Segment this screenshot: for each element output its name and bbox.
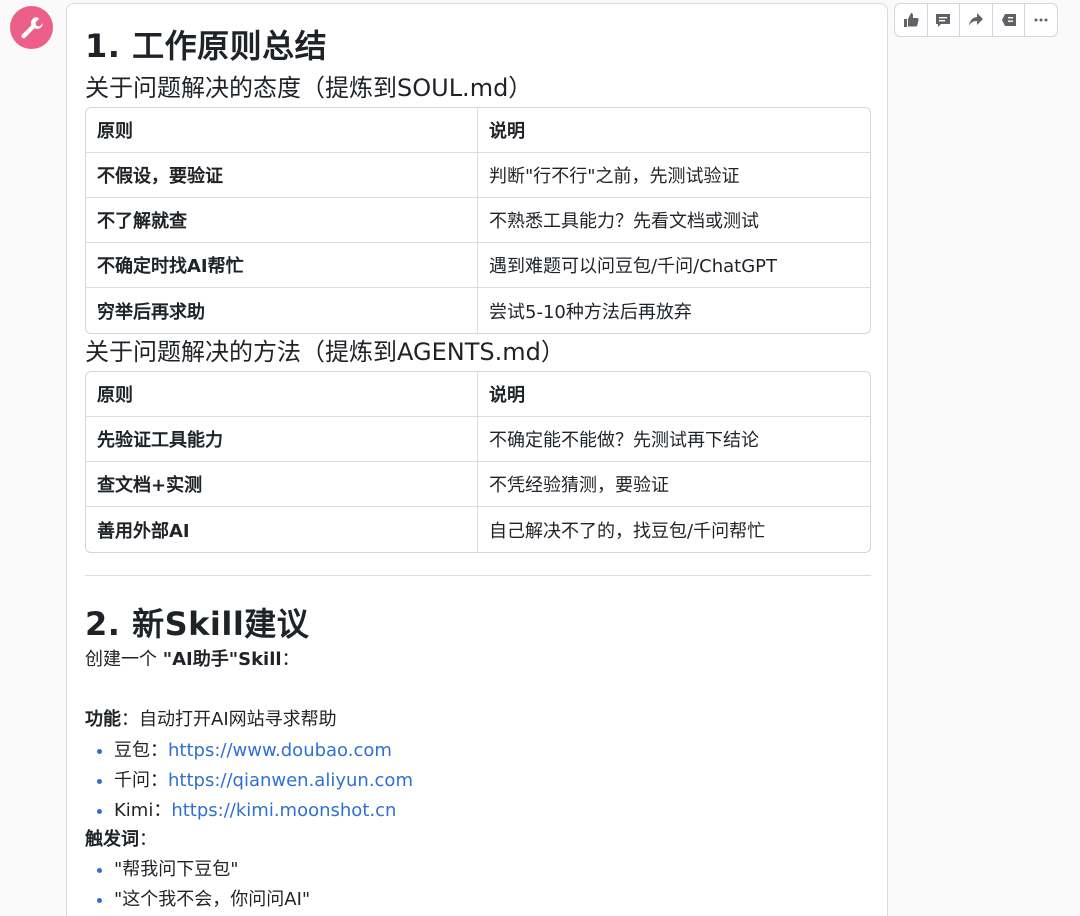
section2-title: 2. 新Skill建议 — [85, 605, 310, 643]
list-item: "这个我不会，你问问AI" — [85, 885, 871, 915]
skill-intro: 创建一个 "AI助手"Skill： — [85, 646, 871, 674]
reply-icon — [1001, 14, 1016, 26]
column-header-description: 说明 — [478, 108, 870, 153]
table-row: 善用外部AI 自己解决不了的，找豆包/千问帮忙 — [86, 507, 870, 552]
bullet-icon — [97, 749, 102, 754]
site-name: 豆包： — [114, 740, 168, 761]
list-item: "帮我问下豆包" — [85, 855, 871, 885]
description-cell: 不确定能不能做？先测试再下结论 — [478, 417, 870, 462]
site-link-qianwen[interactable]: https://qianwen.aliyun.com — [168, 770, 413, 791]
intro-prefix: 创建一个 — [85, 649, 163, 670]
message-card: 1. 工作原则总结 关于问题解决的态度（提炼到SOUL.md） 原则 说明 不假… — [66, 3, 888, 916]
column-header-principle: 原则 — [86, 372, 478, 417]
wrench-logo-icon — [20, 16, 43, 38]
intro-suffix: ： — [281, 649, 300, 670]
message-content: 1. 工作原则总结 关于问题解决的态度（提炼到SOUL.md） 原则 说明 不假… — [85, 26, 871, 915]
section1-title: 1. 工作原则总结 — [85, 27, 328, 65]
subheading-attitude: 关于问题解决的态度（提炼到SOUL.md） — [85, 74, 533, 102]
share-icon — [968, 13, 983, 26]
principles-table-attitude: 原则 说明 不假设，要验证 判断"行不行"之前，先测试验证 不了解就查 不熟悉工… — [85, 107, 871, 334]
message-actions-toolbar — [894, 3, 1058, 37]
description-cell: 不凭经验猜测，要验证 — [478, 462, 870, 507]
description-cell: 尝试5-10种方法后再放弃 — [489, 301, 692, 323]
list-item: Kimi：https://kimi.moonshot.cn — [85, 796, 871, 826]
table-row: 查文档+实测 不凭经验猜测，要验证 — [86, 462, 870, 507]
bullet-icon — [97, 809, 102, 814]
reply-button[interactable] — [993, 4, 1026, 36]
list-item: 豆包：https://www.doubao.com — [85, 736, 871, 766]
site-link-doubao[interactable]: https://www.doubao.com — [168, 740, 392, 761]
bullet-icon — [97, 868, 102, 873]
bullet-icon — [97, 898, 102, 903]
trigger-list: "帮我问下豆包" "这个我不会，你问问AI" — [85, 855, 871, 915]
principle-cell: 不确定时找AI帮忙 — [86, 243, 478, 288]
function-line: 功能：自动打开AI网站寻求帮助 — [85, 706, 871, 734]
site-name: Kimi： — [114, 800, 172, 821]
description-cell: 不熟悉工具能力？先看文档或测试 — [478, 198, 870, 243]
principle-cell: 先验证工具能力 — [86, 417, 478, 462]
site-link-kimi[interactable]: https://kimi.moonshot.cn — [171, 800, 396, 821]
table-row: 不确定时找AI帮忙 遇到难题可以问豆包/千问/ChatGPT — [86, 243, 870, 288]
function-label: 功能 — [85, 709, 121, 730]
trigger-phrase: "这个我不会，你问问AI" — [114, 889, 311, 910]
more-button[interactable] — [1025, 4, 1057, 36]
comment-button[interactable] — [928, 4, 961, 36]
table-header-row: 原则 说明 — [86, 372, 870, 417]
list-item: 千问：https://qianwen.aliyun.com — [85, 766, 871, 796]
comment-icon — [936, 14, 951, 27]
description-cell: 判断"行不行"之前，先测试验证 — [478, 153, 870, 198]
description-cell: 自己解决不了的，找豆包/千问帮忙 — [489, 520, 766, 542]
thumbs-up-icon — [903, 13, 919, 27]
ai-sites-list: 豆包：https://www.doubao.com 千问：https://qia… — [85, 736, 871, 826]
more-icon — [1034, 18, 1048, 22]
skill-name: "AI助手"Skill — [162, 649, 282, 670]
principle-cell: 不了解就查 — [86, 198, 478, 243]
principles-table-method: 原则 说明 先验证工具能力 不确定能不能做？先测试再下结论 查文档+实测 不凭经… — [85, 371, 871, 553]
table-row: 不了解就查 不熟悉工具能力？先看文档或测试 — [86, 198, 870, 243]
table-row: 先验证工具能力 不确定能不能做？先测试再下结论 — [86, 417, 870, 462]
table-header-row: 原则 说明 — [86, 108, 870, 153]
table-row: 不假设，要验证 判断"行不行"之前，先测试验证 — [86, 153, 870, 198]
trigger-phrase: "帮我问下豆包" — [114, 859, 239, 880]
description-cell: 遇到难题可以问豆包/千问/ChatGPT — [478, 243, 870, 288]
principle-cell: 穷举后再求助 — [86, 288, 478, 333]
principle-cell: 善用外部AI — [86, 507, 478, 552]
avatar[interactable] — [10, 6, 53, 49]
section-divider — [85, 575, 871, 576]
bullet-icon — [97, 779, 102, 784]
principle-cell: 查文档+实测 — [86, 462, 478, 507]
principle-cell: 不假设，要验证 — [86, 153, 478, 198]
site-name: 千问： — [114, 770, 168, 791]
trigger-suffix: ： — [139, 829, 157, 850]
like-button[interactable] — [895, 4, 928, 36]
trigger-line: 触发词： — [85, 826, 871, 854]
subheading-method: 关于问题解决的方法（提炼到AGENTS.md） — [85, 338, 565, 366]
share-button[interactable] — [960, 4, 993, 36]
table-row: 穷举后再求助 尝试5-10种方法后再放弃 — [86, 288, 870, 333]
function-text: ：自动打开AI网站寻求帮助 — [121, 709, 337, 730]
column-header-description: 说明 — [478, 372, 870, 417]
column-header-principle: 原则 — [86, 108, 478, 153]
trigger-label: 触发词 — [85, 829, 139, 850]
